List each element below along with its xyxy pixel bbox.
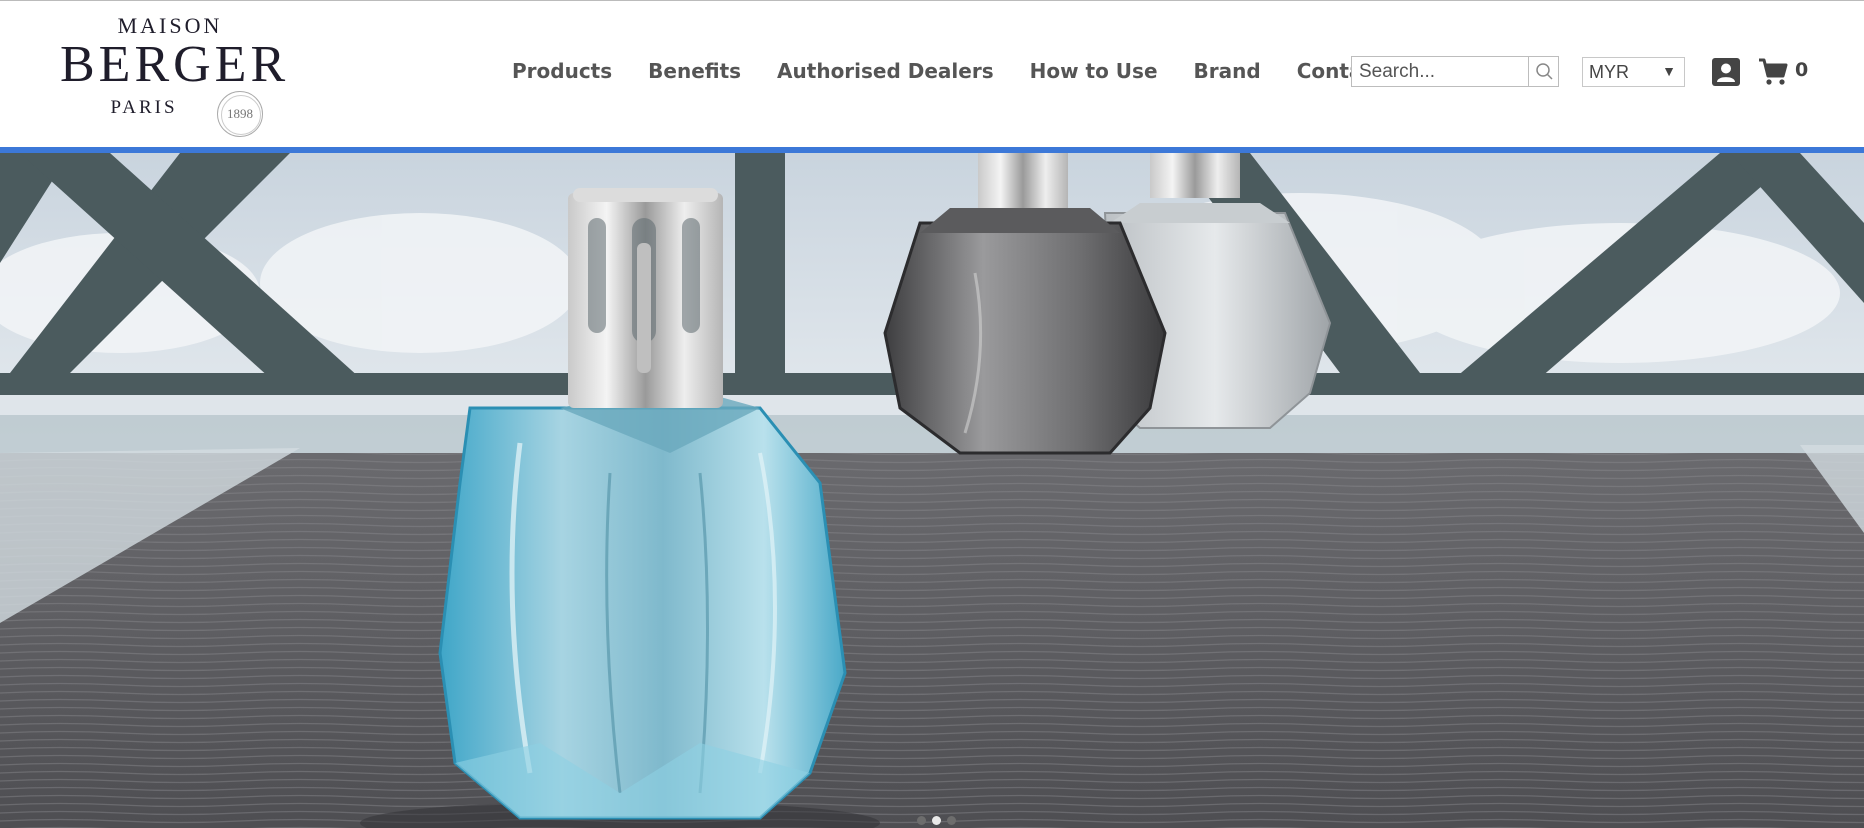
hero-banner[interactable] <box>0 153 1864 828</box>
cart-count[interactable]: 0 <box>1795 59 1808 81</box>
nav-authorised-dealers[interactable]: Authorised Dealers <box>777 57 994 87</box>
search-icon <box>1536 63 1553 80</box>
cart-button[interactable] <box>1758 57 1788 87</box>
site-header: MAISON BERGER PARIS 1898 Products Benefi… <box>0 1 1864 147</box>
carousel-dots <box>917 816 956 825</box>
carousel-dot-2[interactable] <box>932 816 941 825</box>
logo-line-berger: BERGER <box>60 36 290 93</box>
hero-image <box>0 153 1864 828</box>
logo-seal-year: 1898 <box>227 106 253 121</box>
account-icon <box>1712 58 1740 86</box>
nav-products[interactable]: Products <box>512 57 612 87</box>
nav-how-to-use[interactable]: How to Use <box>1030 57 1158 87</box>
logo-seal: 1898 <box>217 91 263 137</box>
brand-logo[interactable]: MAISON BERGER PARIS 1898 <box>60 13 290 138</box>
search-input[interactable] <box>1352 57 1529 86</box>
caret-down-icon: ▼ <box>1662 63 1676 79</box>
cart-icon <box>1759 58 1788 85</box>
nav-brand[interactable]: Brand <box>1194 57 1261 87</box>
main-nav: Products Benefits Authorised Dealers How… <box>512 57 1417 87</box>
currency-select[interactable]: MYR ▼ <box>1582 57 1685 87</box>
carousel-dot-3[interactable] <box>947 816 956 825</box>
currency-value: MYR <box>1589 62 1629 82</box>
nav-benefits[interactable]: Benefits <box>648 57 741 87</box>
search-button[interactable] <box>1530 57 1558 86</box>
account-button[interactable] <box>1712 58 1740 86</box>
search-box <box>1351 56 1559 87</box>
logo-line-paris: PARIS <box>110 97 178 118</box>
carousel-dot-1[interactable] <box>917 816 926 825</box>
